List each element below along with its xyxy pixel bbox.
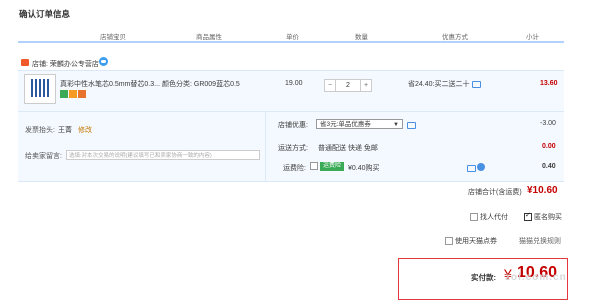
shop-total-amount: ¥10.60: [527, 185, 558, 196]
invoice-name: 王菁: [58, 127, 72, 134]
quantity-input[interactable]: 2: [335, 80, 361, 91]
page-title: 确认订单信息: [19, 9, 71, 19]
return-icon: [60, 90, 68, 98]
divider: [18, 181, 564, 182]
guarantee-icon: [69, 90, 77, 98]
product-subtotal: 13.60: [540, 80, 558, 87]
help-icon[interactable]: [477, 163, 485, 171]
shipping-amount: 0.00: [542, 143, 556, 150]
header-price: 单价: [286, 34, 299, 41]
shop-discount-amount: -3.00: [540, 120, 556, 127]
insurance-amount: 0.40: [542, 163, 556, 170]
header-subtotal: 小计: [526, 34, 539, 41]
divider: [265, 112, 266, 181]
insurance-price: ¥0.40购买: [348, 165, 380, 172]
service-badges: [60, 90, 87, 98]
chat-icon[interactable]: [99, 57, 108, 66]
insurance-tag: 运费险: [320, 162, 345, 171]
insurance-checkbox[interactable]: [310, 162, 318, 170]
product-thumbnail[interactable]: [24, 74, 56, 104]
header-quantity: 数量: [355, 34, 368, 41]
header-items: 店铺宝贝: [100, 34, 126, 41]
invoice-edit-link[interactable]: 修改: [78, 125, 92, 135]
increase-button[interactable]: +: [361, 80, 371, 91]
decrease-button[interactable]: −: [325, 80, 335, 91]
insurance-chat-icon[interactable]: [467, 165, 476, 172]
message-input[interactable]: 选填:对本次交易的说明(建议填写已和卖家协商一致的内容): [66, 150, 260, 160]
insurance-label: 运费险:: [283, 165, 306, 172]
payment-label: 实付款:: [471, 273, 496, 282]
proxy-pay-checkbox[interactable]: [470, 213, 478, 222]
quantity-stepper[interactable]: − 2 +: [324, 79, 372, 92]
discount-text: 省24.40:买二送二十: [408, 81, 470, 88]
header-attributes: 商品属性: [196, 34, 222, 41]
discount-info-icon[interactable]: [472, 81, 481, 88]
product-name[interactable]: 真彩中性水笔芯0.5mm替芯0.3...: [60, 79, 160, 89]
shop-total-label: 店铺合计(含运费): [468, 189, 522, 196]
product-row: [18, 70, 564, 112]
shipping-method: 普通配送 快递 免邮: [318, 145, 378, 152]
unit-price: 19.00: [285, 80, 303, 87]
points-rule-link[interactable]: 猫猫兑换规则: [519, 236, 561, 246]
coupon-select[interactable]: 省3元:单品优惠券 ▼: [316, 119, 403, 129]
shipping-label: 运送方式:: [278, 145, 308, 152]
table-header: 店铺宝贝 商品属性 单价 数量 优惠方式 小计: [18, 27, 564, 43]
tmall-points-option[interactable]: 使用天猫点券: [445, 236, 497, 246]
shop-discount-label: 店铺优惠:: [278, 122, 308, 129]
proxy-pay-label: 找人代付: [479, 214, 508, 221]
shop-name[interactable]: 店铺: 荣麟办公专营店: [32, 59, 99, 69]
shop-icon: [21, 59, 29, 66]
card-icon: [78, 90, 86, 98]
watermark: zol.com.cn: [505, 272, 567, 283]
tmall-points-label: 使用天猫点券: [454, 238, 497, 245]
chevron-down-icon: ▼: [393, 122, 399, 128]
anonymous-option[interactable]: 匿名购买: [524, 211, 562, 222]
tmall-points-checkbox[interactable]: [445, 237, 453, 246]
coupon-selected-value: 省3元:单品优惠券: [320, 121, 371, 128]
coupon-info-icon[interactable]: [407, 122, 416, 129]
header-discount: 优惠方式: [442, 34, 468, 41]
message-label: 给卖家留言:: [25, 153, 62, 160]
proxy-pay-option[interactable]: 找人代付: [470, 212, 508, 222]
product-attribute: 颜色分类: GR009蓝芯0.5: [162, 81, 240, 88]
anonymous-label: 匿名购买: [533, 214, 562, 221]
invoice-label: 发票抬头:: [25, 127, 55, 134]
anonymous-checkbox[interactable]: [524, 211, 532, 222]
